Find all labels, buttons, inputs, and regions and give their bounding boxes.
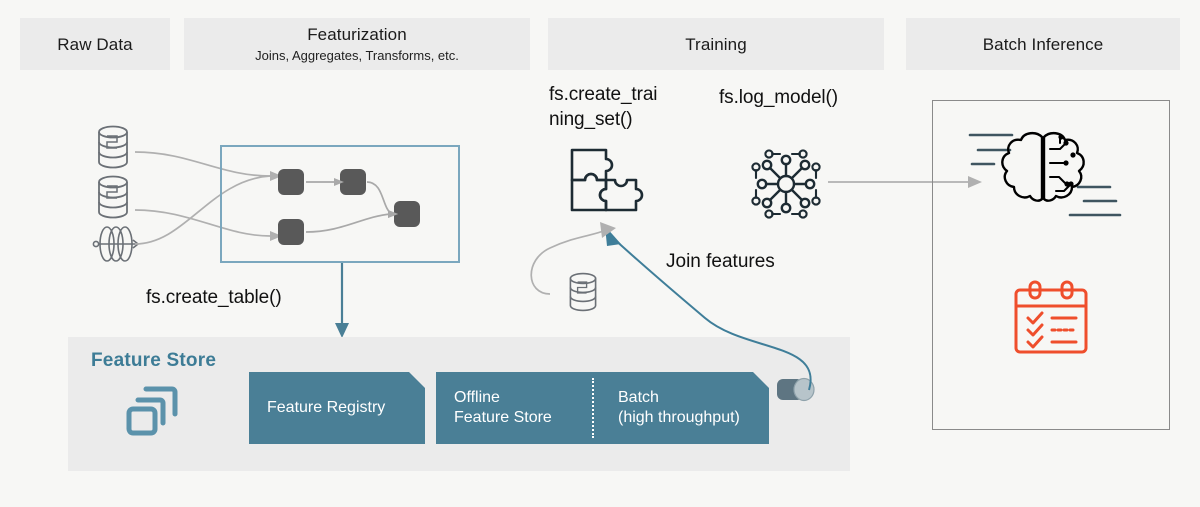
checklist-clipboard-icon bbox=[1014, 280, 1088, 354]
stage-title: Raw Data bbox=[57, 34, 133, 54]
database-icon bbox=[98, 125, 128, 169]
stage-title: Batch Inference bbox=[982, 34, 1104, 54]
inference-model bbox=[968, 125, 1122, 225]
stage-header-featurization: Featurization Joins, Aggregates, Transfo… bbox=[184, 18, 530, 70]
stage-header-training: Training bbox=[548, 18, 884, 70]
stage-title: Training bbox=[685, 34, 747, 54]
stage-header-batch-inference: Batch Inference bbox=[906, 18, 1180, 70]
layers-icon bbox=[126, 386, 178, 436]
notebook-workflow-icon-wrap bbox=[1010, 278, 1092, 360]
stage-subtitle: Joins, Aggregates, Transforms, etc. bbox=[255, 48, 459, 63]
database-icon bbox=[569, 272, 597, 312]
notebook-workflow-label: Notebook Workflow bbox=[932, 375, 1200, 397]
arrowhead bbox=[335, 323, 349, 338]
training-source-db bbox=[565, 270, 601, 314]
model-artifact bbox=[742, 140, 830, 228]
log-model-label: fs.log_model() bbox=[719, 87, 838, 108]
card-label-offline: Offline Feature Store bbox=[454, 389, 552, 426]
card-label: Feature Registry bbox=[267, 399, 386, 416]
card-label-batch: Batch (high throughput) bbox=[618, 389, 740, 426]
diagram-canvas: Raw Data Featurization Joins, Aggregates… bbox=[0, 0, 1200, 507]
feature-store-title: Feature Store bbox=[91, 350, 217, 371]
arrowhead bbox=[388, 210, 398, 218]
join-features-label: Join features bbox=[666, 251, 775, 272]
arrowhead bbox=[600, 222, 616, 238]
feature-store-logo bbox=[124, 381, 186, 439]
arrowhead bbox=[334, 178, 344, 186]
create-table-arrow bbox=[335, 263, 349, 338]
pipeline-connectors bbox=[305, 178, 398, 233]
create-training-set-label: fs.create_trai ning_set() bbox=[549, 84, 658, 130]
neural-network-icon bbox=[751, 149, 821, 219]
stage-title: Featurization bbox=[307, 25, 407, 44]
featurization-pipeline-frame bbox=[220, 145, 460, 263]
raw-data-source-1 bbox=[93, 123, 133, 171]
score-batch-label: fs.score_batch() bbox=[932, 228, 1200, 250]
stage-header-raw-data: Raw Data bbox=[20, 18, 170, 70]
brain-circuit-icon bbox=[968, 132, 1122, 217]
database-icon bbox=[98, 175, 128, 219]
feature-store-card-feature-registry[interactable]: Feature Registry bbox=[249, 372, 425, 444]
puzzle-pieces bbox=[562, 142, 658, 220]
raw-data-source-2 bbox=[93, 173, 133, 221]
puzzle-pieces-icon bbox=[570, 148, 644, 212]
card-divider bbox=[592, 378, 594, 438]
create-table-label: fs.create_table() bbox=[146, 287, 282, 308]
